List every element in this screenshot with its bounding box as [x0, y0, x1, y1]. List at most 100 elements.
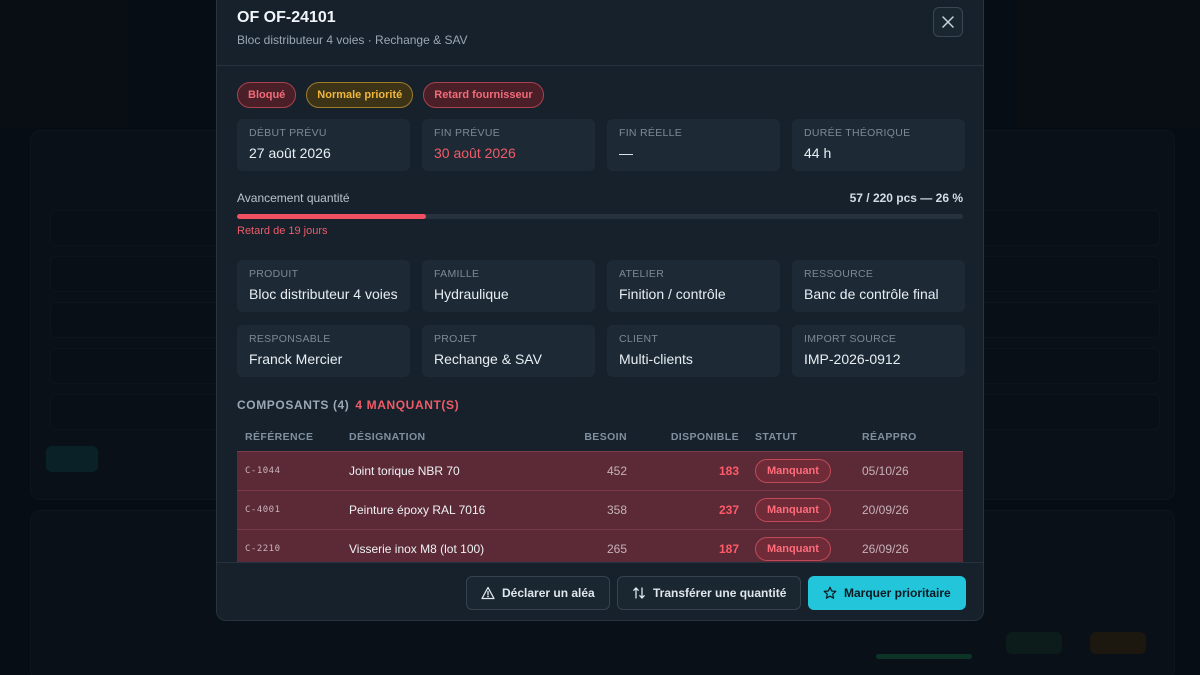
missing-status-badge: Manquant — [755, 537, 831, 561]
cell-need: 452 — [606, 464, 627, 478]
transfer-quantity-button[interactable]: Transférer une quantité — [617, 576, 802, 610]
card-planned-end: Fin prévue 30 août 2026 — [422, 119, 595, 171]
cell-status: Manquant — [739, 537, 862, 561]
cell-reference: C-4001 — [245, 505, 281, 515]
info-grid-row-2: Responsable Franck Mercier Projet Rechan… — [237, 325, 965, 377]
card-label: Projet — [434, 333, 478, 345]
close-button[interactable] — [933, 7, 963, 37]
card-value: Franck Mercier — [249, 351, 343, 367]
card-value: Banc de contrôle final — [804, 286, 939, 302]
swap-arrows-icon — [633, 587, 645, 599]
card-value: 30 août 2026 — [434, 145, 516, 161]
card-import-source: Import source IMP-2026-0912 — [792, 325, 965, 377]
card-label: Client — [619, 333, 659, 345]
cell-available: 183 — [718, 464, 739, 478]
status-badges: Bloqué Normale priorité Retard fournisse… — [237, 82, 544, 108]
card-theoretical-duration: Durée théorique 44 h — [792, 119, 965, 171]
column-header-available[interactable]: DISPONIBLE — [627, 431, 739, 443]
modal-body[interactable]: Bloqué Normale priorité Retard fournisse… — [217, 66, 983, 562]
card-manager: Responsable Franck Mercier — [237, 325, 410, 377]
table-row[interactable]: C-1044 Joint torique NBR 70 452 183 Manq… — [237, 451, 963, 490]
close-icon — [942, 16, 954, 28]
mark-priority-label: Marquer prioritaire — [844, 586, 951, 600]
cell-designation: Visserie inox M8 (lot 100) — [349, 542, 485, 556]
cell-status: Manquant — [739, 498, 862, 522]
card-value: 27 août 2026 — [249, 145, 331, 161]
card-value: 44 h — [804, 145, 832, 161]
modal-header: OF OF-24101 Bloc distributeur 4 voies · … — [217, 0, 983, 66]
order-detail-modal: OF OF-24101 Bloc distributeur 4 voies · … — [216, 0, 984, 621]
card-label: Fin prévue — [434, 127, 501, 139]
card-planned-start: Début prévu 27 août 2026 — [237, 119, 410, 171]
card-family: Famille Hydraulique — [422, 260, 595, 312]
card-value: IMP-2026-0912 — [804, 351, 901, 367]
star-icon — [823, 586, 837, 599]
cell-reference: C-2210 — [245, 544, 281, 554]
card-label: Durée théorique — [804, 127, 911, 139]
cell-restock: 26/09/26 — [862, 542, 909, 556]
transfer-quantity-label: Transférer une quantité — [653, 586, 787, 600]
table-row[interactable]: C-4001 Peinture époxy RAL 7016 358 237 M… — [237, 490, 963, 529]
card-label: Import source — [804, 333, 897, 345]
warning-triangle-icon — [481, 586, 495, 600]
cell-restock: 20/09/26 — [862, 503, 909, 517]
card-resource: Ressource Banc de contrôle final — [792, 260, 965, 312]
card-product: Produit Bloc distributeur 4 voies — [237, 260, 410, 312]
supplier-delay-badge: Retard fournisseur — [423, 82, 544, 108]
column-header-reference[interactable]: RÉFÉRENCE — [237, 431, 349, 443]
card-actual-end: Fin réelle — — [607, 119, 780, 171]
progress-value: 57 / 220 pcs — 26 % — [849, 191, 963, 205]
cell-status: Manquant — [739, 459, 862, 483]
card-project: Projet Rechange & SAV — [422, 325, 595, 377]
cell-need: 265 — [606, 542, 627, 556]
declare-incident-button[interactable]: Déclarer un aléa — [466, 576, 610, 610]
modal-subtitle: Bloc distributeur 4 voies · Rechange & S… — [237, 33, 468, 47]
card-label: Début prévu — [249, 127, 327, 139]
column-header-designation[interactable]: DÉSIGNATION — [349, 431, 549, 443]
components-table: RÉFÉRENCE DÉSIGNATION BESOIN DISPONIBLE … — [237, 423, 963, 562]
cell-need: 358 — [606, 503, 627, 517]
card-label: Famille — [434, 268, 480, 280]
column-header-restock[interactable]: RÉAPPRO — [862, 431, 963, 443]
card-value: Rechange & SAV — [434, 351, 542, 367]
progress-bar-fill — [237, 214, 426, 219]
components-section-title: COMPOSANTS (4) 4 MANQUANT(S) — [237, 398, 459, 412]
cell-restock: 05/10/26 — [862, 464, 909, 478]
column-header-status[interactable]: STATUT — [739, 431, 862, 443]
declare-incident-label: Déclarer un aléa — [502, 586, 595, 600]
card-label: Responsable — [249, 333, 331, 345]
progress-bar — [237, 214, 963, 219]
column-header-need[interactable]: BESOIN — [549, 431, 627, 443]
table-header: RÉFÉRENCE DÉSIGNATION BESOIN DISPONIBLE … — [237, 423, 963, 451]
card-label: Produit — [249, 268, 299, 280]
status-badge-blocked: Bloqué — [237, 82, 297, 108]
info-grid-row-1: Produit Bloc distributeur 4 voies Famill… — [237, 260, 965, 312]
card-value: — — [619, 145, 633, 161]
missing-count: 4 MANQUANT(S) — [355, 398, 460, 412]
cell-available: 237 — [718, 503, 739, 517]
card-workshop: Atelier Finition / contrôle — [607, 260, 780, 312]
components-count: COMPOSANTS (4) — [237, 398, 350, 412]
cell-designation: Peinture époxy RAL 7016 — [349, 503, 486, 517]
cell-available: 187 — [718, 542, 739, 556]
table-row[interactable]: C-2210 Visserie inox M8 (lot 100) 265 18… — [237, 529, 963, 562]
modal-title: OF OF-24101 — [237, 9, 336, 26]
modal-footer: Déclarer un aléa Transférer une quantité… — [217, 562, 983, 620]
card-label: Ressource — [804, 268, 874, 280]
missing-status-badge: Manquant — [755, 459, 831, 483]
card-value: Finition / contrôle — [619, 286, 726, 302]
dates-grid: Début prévu 27 août 2026 Fin prévue 30 a… — [237, 119, 965, 171]
card-value: Bloc distributeur 4 voies — [249, 286, 398, 302]
card-value: Multi-clients — [619, 351, 693, 367]
cell-designation: Joint torique NBR 70 — [349, 464, 460, 478]
card-label: Fin réelle — [619, 127, 683, 139]
priority-badge: Normale priorité — [306, 82, 414, 108]
cell-reference: C-1044 — [245, 466, 281, 476]
mark-priority-button[interactable]: Marquer prioritaire — [808, 576, 966, 610]
card-label: Atelier — [619, 268, 665, 280]
delay-note: Retard de 19 jours — [237, 225, 328, 237]
card-client: Client Multi-clients — [607, 325, 780, 377]
card-value: Hydraulique — [434, 286, 509, 302]
missing-status-badge: Manquant — [755, 498, 831, 522]
progress-label: Avancement quantité — [237, 191, 350, 205]
